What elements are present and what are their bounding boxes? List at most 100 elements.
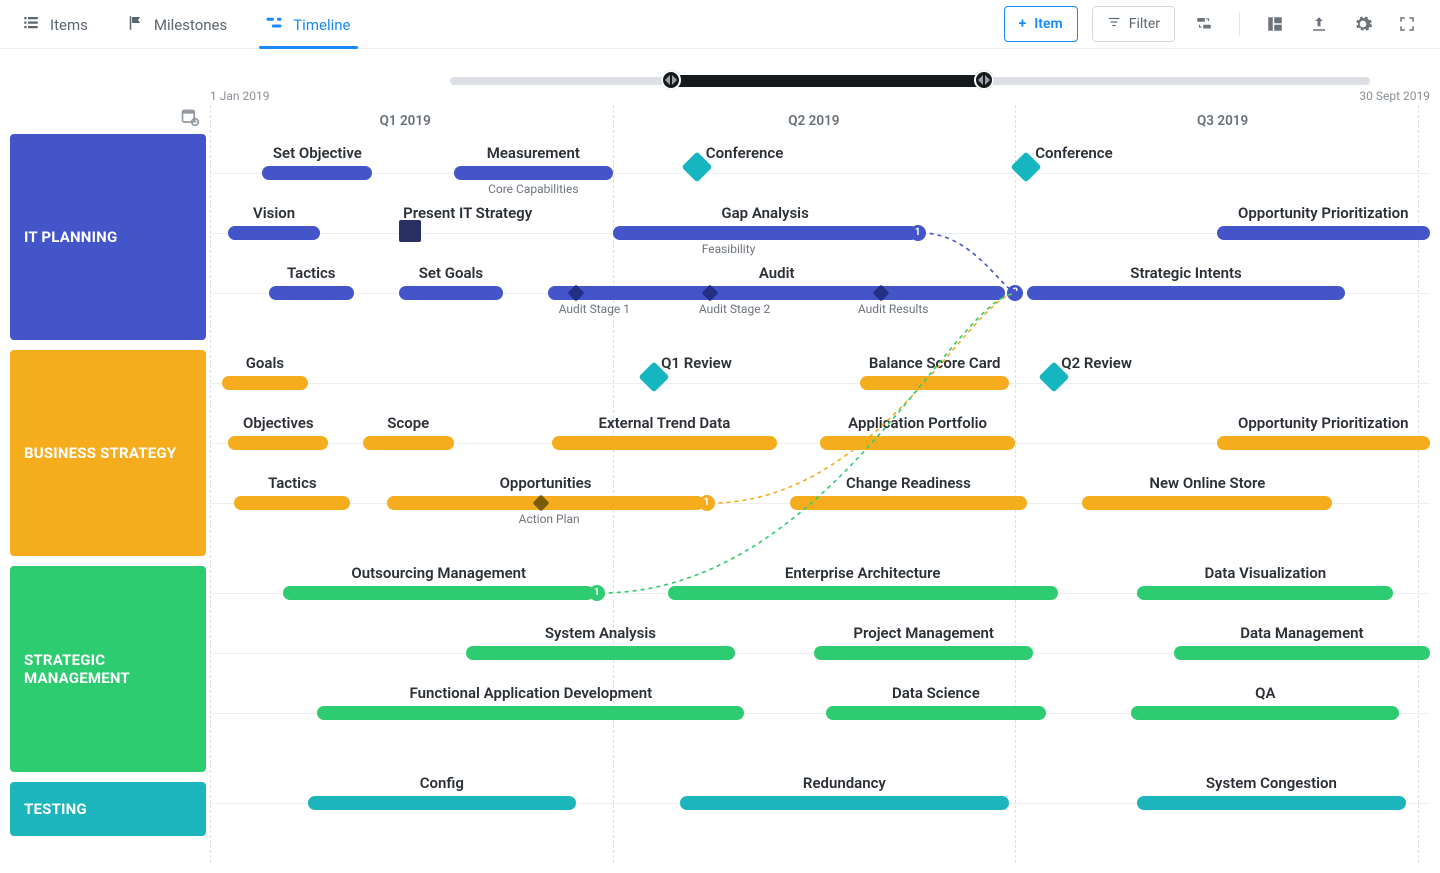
task-bar[interactable]: [1137, 586, 1393, 600]
sub-task-label: Audit Results: [858, 302, 929, 316]
task-bar[interactable]: [1217, 226, 1431, 240]
task-label: Tactics: [268, 474, 317, 492]
task-bar[interactable]: [548, 286, 1006, 300]
task-bar[interactable]: [399, 286, 503, 300]
task-bar[interactable]: [308, 796, 576, 810]
task-label: Scope: [387, 414, 429, 432]
sub-task-label: Audit Stage 2: [699, 302, 770, 316]
task-bar[interactable]: [668, 586, 1058, 600]
milestone-diamond[interactable]: [1015, 156, 1037, 178]
timeline-row: Objectives Scope External Trend Data App…: [210, 414, 1430, 458]
task-bar[interactable]: [363, 436, 455, 450]
task-label: Opportunity Prioritization: [1238, 204, 1408, 222]
task-label: Set Goals: [419, 264, 483, 282]
task-bar[interactable]: [1027, 286, 1344, 300]
quarter-label: Q3 2019: [1197, 113, 1248, 129]
task-bar[interactable]: [552, 436, 778, 450]
timeline-icon: [265, 14, 283, 36]
task-bar[interactable]: [234, 496, 350, 510]
group-title: BUSINESS STRATEGY: [24, 444, 176, 462]
milestone-marker[interactable]: [704, 287, 716, 299]
tab-milestones[interactable]: Milestones: [122, 2, 231, 46]
task-label: Redundancy: [803, 774, 886, 792]
task-label: Set Objective: [273, 144, 362, 162]
task-label: Strategic Intents: [1130, 264, 1241, 282]
filter-button[interactable]: Filter: [1092, 6, 1175, 42]
range-handle-left[interactable]: [661, 70, 681, 90]
reschedule-icon[interactable]: [1189, 9, 1219, 39]
fullscreen-icon[interactable]: [1392, 9, 1422, 39]
task-bar[interactable]: [283, 586, 594, 600]
tab-timeline[interactable]: Timeline: [261, 2, 354, 46]
group-it-planning[interactable]: IT PLANNING: [10, 134, 206, 340]
range-fill: [671, 75, 984, 87]
range-start-label: 1 Jan 2019: [210, 89, 269, 103]
quarter-label: Q2 2019: [788, 113, 839, 129]
view-tabs: Items Milestones Timeline: [18, 2, 354, 46]
task-bar[interactable]: [680, 796, 1009, 810]
tab-milestones-label: Milestones: [154, 16, 227, 34]
task-bar[interactable]: [814, 646, 1034, 660]
milestone-square[interactable]: [399, 220, 421, 242]
task-bar[interactable]: [222, 376, 307, 390]
tab-items[interactable]: Items: [18, 2, 92, 46]
group-title: TESTING: [24, 800, 87, 818]
task-bar[interactable]: [262, 166, 372, 180]
task-bar[interactable]: [613, 226, 918, 240]
task-label: Config: [420, 774, 464, 792]
add-item-button[interactable]: + Item: [1004, 6, 1078, 42]
task-bar[interactable]: [826, 706, 1046, 720]
dependency-badge[interactable]: 1: [589, 585, 605, 601]
settings-icon[interactable]: [1348, 9, 1378, 39]
dependency-badge[interactable]: 1: [699, 495, 715, 511]
task-label: Enterprise Architecture: [785, 564, 941, 582]
task-bar[interactable]: [1131, 706, 1399, 720]
task-bar[interactable]: [1137, 796, 1405, 810]
milestone-marker[interactable]: [570, 287, 582, 299]
milestone-label: Conference: [1035, 144, 1113, 162]
milestone-label: Present IT Strategy: [403, 204, 532, 222]
group-title: IT PLANNING: [24, 228, 117, 246]
milestone-marker[interactable]: [875, 287, 887, 299]
task-bar[interactable]: [1217, 436, 1431, 450]
timeline-row: Vision Gap Analysis Feasibility1Opportun…: [210, 204, 1430, 248]
task-bar[interactable]: [269, 286, 354, 300]
calendar-settings-icon[interactable]: [180, 107, 200, 131]
task-label: Opportunities: [500, 474, 592, 492]
timeline-chart: 1 Jan 2019 30 Sept 2019 Q1 2019Q2 2019Q3…: [210, 59, 1430, 863]
task-bar[interactable]: [790, 496, 1028, 510]
layout-icon[interactable]: [1260, 9, 1290, 39]
dependency-badge[interactable]: 1: [910, 225, 926, 241]
task-bar[interactable]: [317, 706, 744, 720]
task-label: Objectives: [243, 414, 314, 432]
timeline-row: Set Objective Measurement Core Capabilit…: [210, 144, 1430, 188]
milestone-diamond[interactable]: [686, 156, 708, 178]
group-strategic-mgmt[interactable]: STRATEGIC MANAGEMENT: [10, 566, 206, 772]
tab-timeline-label: Timeline: [293, 16, 350, 34]
group-sidebar: IT PLANNING BUSINESS STRATEGY STRATEGIC …: [10, 134, 206, 836]
task-label: System Congestion: [1206, 774, 1337, 792]
task-label: New Online Store: [1149, 474, 1265, 492]
task-bar[interactable]: [820, 436, 1015, 450]
task-bar[interactable]: [228, 436, 328, 450]
task-label: System Analysis: [545, 624, 656, 642]
task-bar[interactable]: [1082, 496, 1332, 510]
task-bar[interactable]: [466, 646, 734, 660]
group-testing[interactable]: TESTING: [10, 782, 206, 836]
task-bar[interactable]: [860, 376, 1009, 390]
group-business-strategy[interactable]: BUSINESS STRATEGY: [10, 350, 206, 556]
range-handle-right[interactable]: [974, 70, 994, 90]
task-bar[interactable]: [454, 166, 613, 180]
export-icon[interactable]: [1304, 9, 1334, 39]
toolbar: Items Milestones Timeline + Item Filter: [0, 0, 1440, 49]
sub-task-label: Audit Stage 1: [559, 302, 630, 316]
milestone-marker[interactable]: [535, 497, 547, 509]
date-range-slider[interactable]: [450, 71, 1370, 87]
task-bar[interactable]: [228, 226, 320, 240]
timeline-row: System Analysis Project Management Data …: [210, 624, 1430, 668]
task-label: Goals: [246, 354, 284, 372]
dependency-badge[interactable]: 3: [1007, 285, 1023, 301]
tab-items-label: Items: [50, 16, 88, 34]
task-bar[interactable]: [1174, 646, 1430, 660]
task-label: Data Management: [1240, 624, 1363, 642]
